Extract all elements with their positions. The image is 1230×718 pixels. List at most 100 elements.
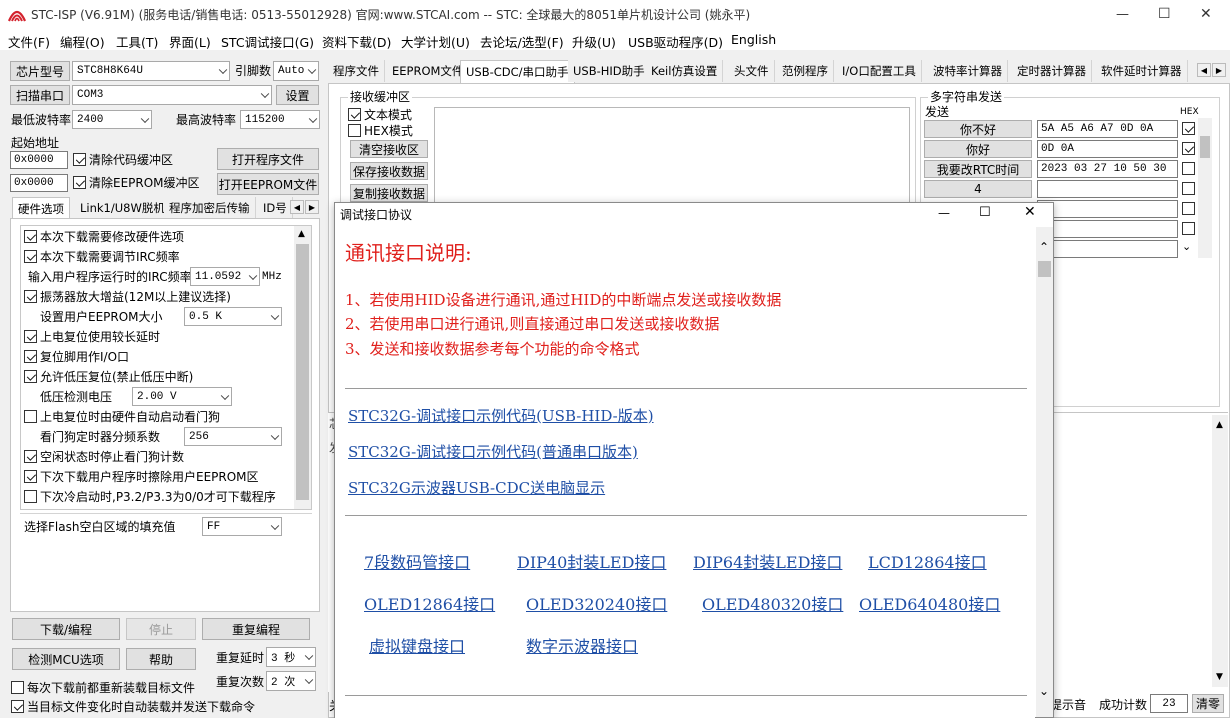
tab-keil-debug[interactable]: Keil仿真设置	[646, 60, 724, 82]
menu-program[interactable]: 编程(O)	[60, 32, 105, 51]
low-voltage-reset-checkbox[interactable]	[24, 370, 37, 383]
open-program-file-button[interactable]: 打开程序文件	[217, 148, 319, 170]
link-digital-oscilloscope[interactable]: 数字示波器接口	[526, 639, 638, 655]
watchdog-prescaler-select[interactable]: 256	[184, 427, 282, 446]
right-tab-scroll-right-icon[interactable]: ▶	[1212, 63, 1226, 77]
text-mode-checkbox[interactable]	[348, 108, 361, 121]
menu-forum[interactable]: 去论坛/选型(F)	[480, 32, 564, 51]
tab-usb-cdc-serial[interactable]: USB-CDC/串口助手	[460, 60, 575, 83]
menu-upgrade[interactable]: 升级(U)	[572, 32, 616, 51]
link-oled12864[interactable]: OLED12864接口	[364, 597, 495, 613]
modify-hw-options-checkbox[interactable]	[24, 230, 37, 243]
idle-stop-watchdog-checkbox[interactable]	[24, 450, 37, 463]
clear-eeprom-checkbox[interactable]	[73, 176, 86, 189]
reload-before-download-checkbox[interactable]	[11, 681, 24, 694]
clear-count-button[interactable]: 清零	[1192, 694, 1224, 713]
hw-watchdog-checkbox[interactable]	[24, 410, 37, 423]
help-button[interactable]: 帮助	[126, 648, 196, 670]
reset-pin-io-checkbox[interactable]	[24, 350, 37, 363]
tab-program-file[interactable]: 程序文件	[328, 60, 385, 82]
flash-fill-select[interactable]: FF	[202, 517, 282, 536]
stop-button[interactable]: 停止	[126, 618, 196, 640]
status-scrollbar[interactable]: ▲ ▼	[1212, 415, 1228, 687]
send-button-1[interactable]: 你不好	[924, 120, 1032, 138]
dialog-close-icon[interactable]: ✕	[1024, 205, 1036, 219]
menu-university[interactable]: 大学计划(U)	[401, 32, 470, 51]
copy-receive-button[interactable]: 复制接收数据	[350, 184, 428, 202]
send-string-input-5[interactable]	[1037, 200, 1178, 218]
repeat-count-select[interactable]: 2 次	[266, 671, 316, 691]
tab-header-file[interactable]: 头文件	[729, 60, 775, 82]
link-oled320240[interactable]: OLED320240接口	[526, 597, 667, 613]
menu-tools[interactable]: 工具(T)	[116, 32, 158, 51]
com-port-select[interactable]: COM3	[72, 85, 272, 105]
tab-io-config[interactable]: I/O口配置工具	[837, 60, 922, 82]
link-oscilloscope-cdc[interactable]: STC32G示波器USB-CDC送电脑显示	[348, 481, 605, 496]
save-receive-button[interactable]: 保存接收数据	[350, 162, 428, 180]
clear-receive-button[interactable]: 清空接收区	[350, 140, 428, 158]
send-button-4[interactable]: 4	[924, 180, 1032, 198]
menu-interface[interactable]: 界面(L)	[169, 32, 211, 51]
tab-eeprom-file[interactable]: EEPROM文件	[387, 60, 470, 82]
send-string-input-6[interactable]	[1037, 220, 1178, 238]
send-hex-checkbox-4[interactable]	[1182, 182, 1195, 195]
dialog-scrollbar[interactable]: ⌃ ⌄	[1036, 227, 1053, 717]
dialog-minimize-icon[interactable]: —	[938, 207, 950, 219]
dialog-maximize-icon[interactable]: ☐	[979, 206, 991, 219]
send-string-input-1[interactable]: 5A A5 A6 A7 0D 0A	[1037, 120, 1178, 138]
detect-mcu-button[interactable]: 检测MCU选项	[12, 648, 120, 670]
send-list-chevron-icon[interactable]: ⌄	[1182, 241, 1191, 252]
link-oled640480[interactable]: OLED640480接口	[859, 597, 1000, 613]
link-lcd12864[interactable]: LCD12864接口	[868, 555, 987, 571]
send-hex-checkbox-1[interactable]	[1182, 122, 1195, 135]
dialog-scroll-thumb[interactable]	[1038, 261, 1051, 277]
tab-timer-calc[interactable]: 定时器计算器	[1012, 60, 1092, 82]
send-string-input-3[interactable]: 2023 03 27 10 50 30	[1037, 160, 1178, 178]
eeprom-address-input[interactable]: 0x0000	[10, 174, 68, 192]
scan-port-button[interactable]: 扫描串口	[10, 85, 70, 105]
repeat-program-button[interactable]: 重复编程	[202, 618, 310, 640]
scroll-up-icon[interactable]: ▲	[298, 230, 305, 239]
scroll-up-icon[interactable]: ⌃	[1039, 241, 1049, 253]
link-virtual-keyboard[interactable]: 虚拟键盘接口	[369, 639, 465, 655]
link-oled480320[interactable]: OLED480320接口	[702, 597, 843, 613]
maximize-icon[interactable]: ☐	[1158, 7, 1171, 21]
link-dip64-led[interactable]: DIP64封装LED接口	[693, 555, 842, 571]
tab-hardware-options[interactable]: 硬件选项	[12, 197, 70, 220]
send-button-3[interactable]: 我要改RTC时间	[924, 160, 1032, 178]
send-hex-checkbox-6[interactable]	[1182, 222, 1195, 235]
erase-eeprom-checkbox[interactable]	[24, 470, 37, 483]
chip-model-select[interactable]: STC8H8K64U	[72, 61, 230, 81]
menu-english[interactable]: English	[731, 32, 776, 47]
send-list-scrollbar[interactable]	[1198, 118, 1212, 258]
send-hex-checkbox-5[interactable]	[1182, 202, 1195, 215]
menu-usb-driver[interactable]: USB驱动程序(D)	[628, 32, 723, 51]
scroll-up-icon[interactable]: ▲	[1216, 421, 1223, 430]
tab-encrypted-transfer[interactable]: 程序加密后传输	[164, 197, 256, 219]
link-usb-hid-example[interactable]: STC32G-调试接口示例代码(USB-HID-版本)	[348, 409, 654, 424]
pin-count-select[interactable]: Auto	[273, 61, 319, 81]
tab-id-number[interactable]: ID号	[258, 197, 293, 219]
oscillator-gain-checkbox[interactable]	[24, 290, 37, 303]
menu-downloads[interactable]: 资料下载(D)	[322, 32, 391, 51]
eeprom-size-select[interactable]: 0.5 K	[184, 307, 282, 326]
minimize-icon[interactable]: —	[1116, 8, 1129, 21]
options-scrollbar[interactable]: ▲	[294, 226, 311, 509]
cold-start-p32-checkbox[interactable]	[24, 490, 37, 503]
auto-reload-checkbox[interactable]	[11, 700, 24, 713]
menu-debug-interface[interactable]: STC调试接口(G)	[221, 32, 314, 51]
long-reset-delay-checkbox[interactable]	[24, 330, 37, 343]
scroll-down-icon[interactable]: ⌄	[1039, 685, 1049, 697]
send-string-input-7[interactable]	[1037, 240, 1178, 258]
options-scroll-thumb[interactable]	[296, 244, 309, 500]
send-string-input-2[interactable]: 0D 0A	[1037, 140, 1178, 158]
send-string-input-4[interactable]	[1037, 180, 1178, 198]
link-dip40-led[interactable]: DIP40封装LED接口	[517, 555, 666, 571]
max-baud-select[interactable]: 115200	[240, 110, 320, 129]
right-tab-scroll-left-icon[interactable]: ◀	[1197, 63, 1211, 77]
min-baud-select[interactable]: 2400	[72, 110, 152, 129]
send-button-2[interactable]: 你好	[924, 140, 1032, 158]
clear-code-checkbox[interactable]	[73, 153, 86, 166]
tab-delay-calc[interactable]: 软件延时计算器	[1096, 60, 1188, 82]
tab-usb-hid[interactable]: USB-HID助手	[568, 60, 651, 82]
